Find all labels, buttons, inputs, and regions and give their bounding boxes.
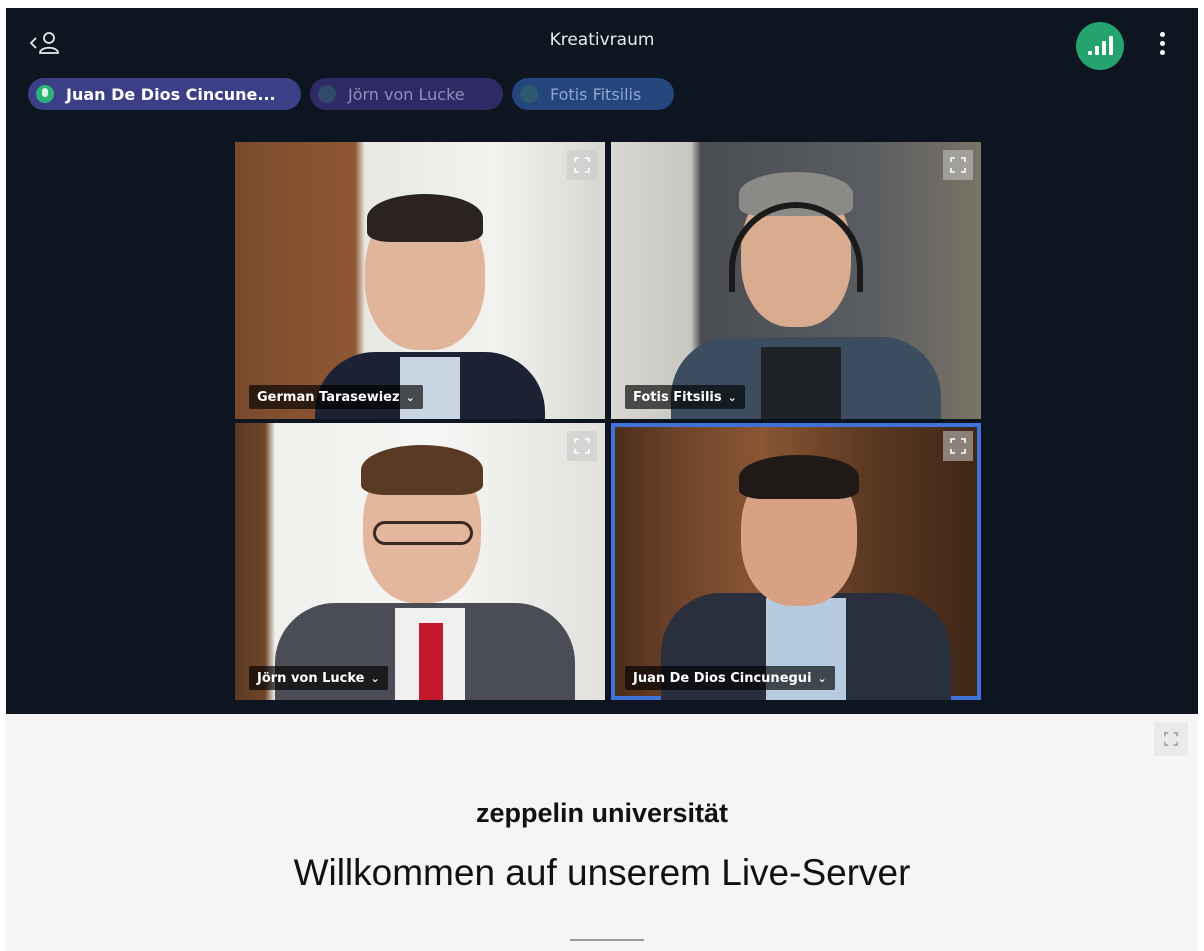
video-grid: German Tarasewiez ⌄ Fotis Fitsilis ⌄ Jör… — [235, 142, 981, 700]
microphone-icon — [318, 85, 336, 103]
participant-chip-name: Jörn von Lucke — [348, 84, 465, 104]
video-tile-label[interactable]: Jörn von Lucke ⌄ — [249, 666, 388, 690]
person-shirt — [761, 347, 841, 419]
participant-chip-name: Juan De Dios Cincune... — [66, 84, 276, 104]
welcome-heading: Willkommen auf unserem Live-Server — [293, 852, 911, 893]
expand-icon — [950, 438, 966, 454]
expand-video-button[interactable] — [943, 150, 973, 180]
signal-bar — [1094, 46, 1099, 55]
chevron-down-icon: ⌄ — [727, 390, 737, 404]
video-tile[interactable]: German Tarasewiez ⌄ — [235, 142, 605, 419]
participant-chip[interactable]: Juan De Dios Cincune... — [28, 78, 301, 110]
participant-chips: Juan De Dios Cincune... Jörn von Lucke F… — [28, 78, 674, 110]
video-tile-label[interactable]: Juan De Dios Cincunegui ⌄ — [625, 666, 835, 690]
video-tile-name: German Tarasewiez — [257, 389, 400, 405]
video-tile-label[interactable]: Fotis Fitsilis ⌄ — [625, 385, 745, 409]
more-options-button[interactable] — [1153, 26, 1171, 60]
person-hair — [361, 445, 483, 495]
participant-chip-name: Fotis Fitsilis — [550, 84, 642, 104]
expand-video-button[interactable] — [567, 431, 597, 461]
video-tile[interactable]: Jörn von Lucke ⌄ — [235, 423, 605, 700]
expand-icon — [574, 438, 590, 454]
expand-video-button[interactable] — [567, 150, 597, 180]
microphone-icon — [520, 85, 538, 103]
microphone-icon — [36, 85, 54, 103]
person-hair — [739, 455, 859, 499]
more-dot — [1159, 40, 1165, 46]
brand-name: zeppelin universität — [475, 798, 729, 828]
participant-chip[interactable]: Fotis Fitsilis — [512, 78, 674, 110]
expand-video-button[interactable] — [943, 431, 973, 461]
chevron-down-icon: ⌄ — [370, 671, 380, 685]
signal-bar — [1108, 36, 1113, 55]
room-title: Kreativraum — [549, 30, 655, 50]
connection-quality-button[interactable] — [1076, 22, 1124, 70]
chevron-down-icon: ⌄ — [817, 671, 827, 685]
expand-icon — [950, 157, 966, 173]
participant-chip[interactable]: Jörn von Lucke — [310, 78, 503, 110]
expand-icon — [1164, 732, 1178, 746]
video-tile[interactable]: Juan De Dios Cincunegui ⌄ — [611, 423, 981, 700]
person-hair — [367, 194, 483, 242]
video-tile-name: Juan De Dios Cincunegui — [633, 670, 812, 686]
expand-icon — [574, 157, 590, 173]
video-tile-name: Fotis Fitsilis — [633, 389, 722, 405]
person-tie — [419, 623, 443, 700]
more-dot — [1159, 49, 1165, 55]
video-tile-label[interactable]: German Tarasewiez ⌄ — [249, 385, 423, 409]
signal-bar — [1101, 41, 1106, 55]
expand-presentation-button[interactable] — [1154, 722, 1188, 756]
presentation-area: zeppelin universität Willkommen auf unse… — [6, 714, 1198, 951]
signal-strength-icon — [1087, 51, 1092, 55]
glasses — [373, 521, 473, 545]
video-tile[interactable]: Fotis Fitsilis ⌄ — [611, 142, 981, 419]
chevron-down-icon: ⌄ — [405, 390, 415, 404]
video-call-area: Kreativraum Juan De Dios Cincune... Jörn… — [6, 8, 1198, 714]
more-vertical-icon — [1159, 31, 1165, 37]
video-tile-name: Jörn von Lucke — [257, 670, 365, 686]
divider — [570, 939, 644, 941]
